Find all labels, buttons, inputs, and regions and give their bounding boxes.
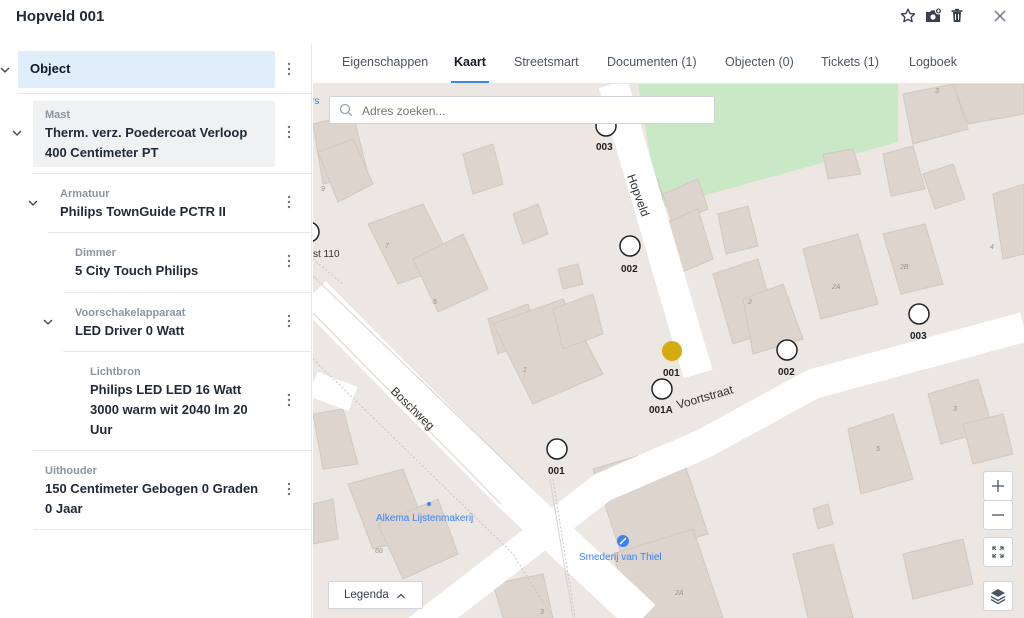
tab-documenten[interactable]: Documenten (1) — [607, 55, 697, 69]
svg-text:3: 3 — [935, 88, 939, 95]
chevron-up-icon — [397, 593, 405, 599]
chevron-down-icon[interactable] — [27, 197, 39, 209]
node-type-label: Armatuur — [60, 188, 110, 200]
more-options-icon[interactable] — [282, 253, 296, 269]
node-type-label: Uithouder — [45, 465, 97, 477]
window-header: Hopveld 001 — [0, 0, 1024, 44]
svg-text:3: 3 — [540, 609, 544, 616]
chevron-down-icon[interactable] — [0, 64, 11, 76]
svg-text:4: 4 — [990, 244, 994, 251]
node-name-line: Philips LED LED 16 Watt — [90, 382, 242, 397]
zoom-in-button[interactable] — [983, 471, 1013, 501]
tab-objecten[interactable]: Objecten (0) — [725, 55, 794, 69]
search-icon — [339, 103, 353, 117]
svg-text:003: 003 — [596, 142, 613, 153]
node-type-label: Dimmer — [75, 247, 116, 259]
node-name-line: 150 Centimeter Gebogen 0 Graden — [45, 481, 259, 496]
tree-node-armatuur[interactable]: Armatuur Philips TownGuide PCTR II — [48, 181, 275, 227]
address-search[interactable] — [329, 96, 715, 124]
chevron-down-icon[interactable] — [11, 127, 23, 139]
street-label-partial: rs — [313, 96, 319, 107]
node-name-line: Uur — [90, 422, 113, 437]
legend-label: Legenda — [344, 589, 389, 601]
layers-button[interactable] — [983, 581, 1013, 611]
fullscreen-button[interactable] — [983, 537, 1013, 567]
node-name-line: 5 City Touch Philips — [75, 263, 199, 278]
svg-text:Alkema Lijstenmakerij: Alkema Lijstenmakerij — [376, 513, 473, 524]
svg-text:002: 002 — [621, 264, 638, 275]
tree-node-lichtbron[interactable]: Lichtbron Philips LED LED 16 Watt 3000 w… — [78, 359, 275, 445]
fullscreen-icon — [992, 546, 1004, 558]
close-icon[interactable] — [990, 6, 1010, 26]
svg-text:002: 002 — [778, 367, 795, 378]
street-label-voortstraat: Voortstraat — [675, 382, 735, 412]
svg-text:3: 3 — [953, 406, 957, 413]
minus-icon — [992, 514, 1004, 516]
svg-text:5: 5 — [433, 299, 437, 306]
map-view[interactable]: Hopveld Voortstraat Boschweg rs st 110 3… — [313, 84, 1024, 618]
svg-text:003: 003 — [910, 331, 927, 342]
map-marker[interactable]: 002 — [776, 339, 798, 378]
star-icon[interactable] — [898, 6, 918, 26]
tree-node-voorschakelapparaat[interactable]: Voorschakelapparaat LED Driver 0 Watt — [63, 300, 275, 346]
svg-text:001A: 001A — [649, 405, 673, 416]
tab-tickets[interactable]: Tickets (1) — [821, 55, 879, 69]
svg-text:66: 66 — [375, 548, 383, 555]
tree-node-label: Object — [30, 61, 71, 76]
node-type-label: Lichtbron — [90, 366, 141, 378]
trash-icon[interactable] — [947, 6, 967, 26]
more-options-icon[interactable] — [282, 313, 296, 329]
search-input[interactable] — [360, 101, 704, 121]
more-options-icon[interactable] — [282, 481, 296, 497]
window-title: Hopveld 001 — [16, 8, 105, 25]
node-name-line: 0 Jaar — [45, 501, 83, 516]
chevron-down-icon[interactable] — [42, 316, 54, 328]
street-label-partial: st 110 — [313, 249, 340, 260]
more-options-icon[interactable] — [282, 61, 296, 77]
svg-text:2: 2 — [747, 299, 752, 306]
svg-text:1: 1 — [523, 367, 527, 374]
node-name-line: LED Driver 0 Watt — [75, 323, 185, 338]
tab-bar: Eigenschappen Kaart Streetsmart Document… — [313, 44, 1024, 84]
map-marker[interactable] — [313, 222, 320, 242]
more-options-icon[interactable] — [282, 194, 296, 210]
svg-text:5: 5 — [876, 446, 880, 453]
more-options-icon[interactable] — [282, 392, 296, 408]
tree-node-dimmer[interactable]: Dimmer 5 City Touch Philips — [63, 240, 275, 286]
map-marker[interactable]: 001A — [649, 378, 673, 416]
node-name-line: 3000 warm wit 2040 lm 20 — [90, 402, 248, 417]
svg-text:Smederij van Thiel: Smederij van Thiel — [579, 552, 662, 563]
object-tree: Object Mast Therm. verz. Poedercoat Verl… — [0, 44, 312, 618]
more-options-icon[interactable] — [282, 124, 296, 140]
plus-icon — [992, 480, 1004, 492]
active-tab-indicator — [451, 81, 489, 83]
tab-streetsmart[interactable]: Streetsmart — [514, 55, 579, 69]
node-type-label: Voorschakelapparaat — [75, 307, 186, 319]
legend-button[interactable]: Legenda — [328, 581, 423, 609]
node-name-line: Philips TownGuide PCTR II — [60, 204, 226, 219]
map-marker[interactable]: 003 — [908, 303, 930, 342]
tree-node-uithouder[interactable]: Uithouder 150 Centimeter Gebogen 0 Grade… — [33, 458, 275, 524]
tab-kaart[interactable]: Kaart — [454, 55, 486, 69]
svg-text:9: 9 — [321, 186, 325, 193]
svg-text:001: 001 — [548, 466, 565, 477]
layers-icon — [990, 589, 1006, 605]
svg-text:2A: 2A — [674, 590, 684, 597]
tree-node-mast[interactable]: Mast Therm. verz. Poedercoat Verloop 400… — [33, 101, 275, 167]
svg-text:001: 001 — [663, 368, 680, 379]
map-marker[interactable]: 001 — [546, 438, 568, 477]
map-marker[interactable]: 002 — [619, 235, 641, 275]
node-name-line: 400 Centimeter PT — [45, 145, 159, 160]
photo-add-icon[interactable] — [923, 6, 943, 26]
zoom-out-button[interactable] — [983, 500, 1013, 530]
tab-eigenschappen[interactable]: Eigenschappen — [342, 55, 428, 69]
node-type-label: Mast — [45, 109, 71, 121]
svg-text:2A: 2A — [831, 284, 841, 291]
tab-logboek[interactable]: Logboek — [909, 55, 957, 69]
svg-text:2B: 2B — [899, 264, 909, 271]
node-name-line: Therm. verz. Poedercoat Verloop — [45, 125, 248, 140]
tree-node-object[interactable]: Object — [18, 51, 275, 88]
